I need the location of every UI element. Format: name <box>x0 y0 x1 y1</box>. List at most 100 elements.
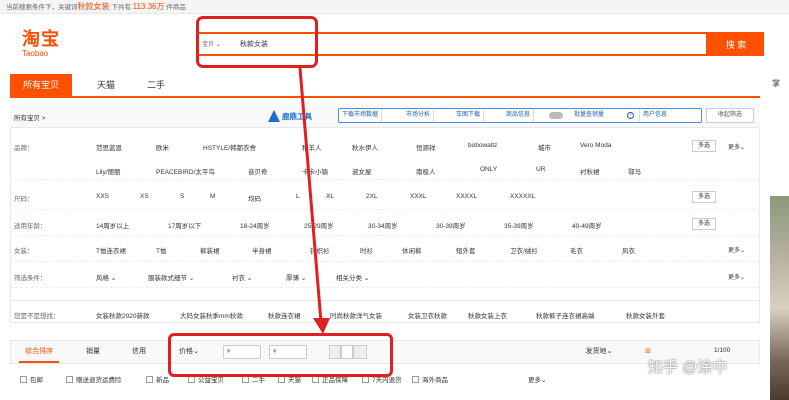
brand-option[interactable]: HSTYLE/韩都衣舍 <box>203 142 256 152</box>
brand-option[interactable]: ONLY <box>480 166 497 173</box>
tool-user-info[interactable]: 用户信息 <box>639 109 670 122</box>
category-option[interactable]: T恤连衣裙 <box>96 245 126 255</box>
breadcrumb[interactable]: 所有宝贝 > <box>14 112 46 122</box>
size-option[interactable]: XXXXXL <box>510 193 535 200</box>
size-option[interactable]: L <box>296 193 300 200</box>
category-more-button[interactable]: 更多⌄ <box>728 245 745 254</box>
size-option[interactable]: XL <box>326 193 334 200</box>
category-option[interactable]: 毛衣 <box>570 245 583 255</box>
age-option[interactable]: 40-49周岁 <box>572 220 602 230</box>
other-filter-dropdown[interactable]: 衬衣 ⌄ <box>232 272 252 282</box>
tab-tmall[interactable]: 天猫 <box>88 74 124 96</box>
age-option[interactable]: 14周岁以上 <box>96 220 129 230</box>
other-filter-dropdown[interactable]: 风格 ⌄ <box>96 272 116 282</box>
category-option[interactable]: 短外套 <box>456 245 476 255</box>
category-option[interactable]: 针织衫 <box>310 245 330 255</box>
other-filter-dropdown[interactable]: 服装款式细节 ⌄ <box>148 272 194 282</box>
chevron-down-icon: ⌄ <box>246 275 253 282</box>
brand-option[interactable]: Lily/丽丽 <box>96 166 121 176</box>
checkbox-new[interactable]: 新品 <box>146 374 169 384</box>
help-icon[interactable]: ? <box>627 112 634 119</box>
brand-option[interactable]: UR <box>536 166 545 173</box>
category-option[interactable]: 风衣 <box>622 245 635 255</box>
age-option[interactable]: 35-39周岁 <box>504 220 534 230</box>
brand-more-button[interactable]: 更多⌄ <box>728 142 745 151</box>
search-button[interactable]: 搜 索 <box>708 32 764 56</box>
checkbox-overseas[interactable]: 海外商品 <box>412 374 448 384</box>
checkbox-return-insurance[interactable]: 赠送退货运费险 <box>66 374 122 384</box>
category-option[interactable]: 卫衣/绒衫 <box>510 245 538 255</box>
collapse-filter-button[interactable]: 收起筛选 <box>706 108 754 123</box>
sort-sales[interactable]: 销量 <box>79 341 107 363</box>
category-option[interactable]: 时衫 <box>360 245 373 255</box>
size-option[interactable]: XXXL <box>410 193 427 200</box>
tab-all-items[interactable]: 所有宝贝 <box>10 74 72 96</box>
size-option[interactable]: XS <box>140 193 149 200</box>
age-option[interactable]: 25-29周岁 <box>304 220 334 230</box>
suggestion-link[interactable]: 女装卫衣秋款 <box>408 310 447 320</box>
brand-option[interactable]: 城市 <box>538 142 551 152</box>
chevron-down-icon: ⌄ <box>300 275 307 282</box>
suggestion-link[interactable]: 秋款裤子连衣裙高端 <box>536 310 595 320</box>
size-multi-select-button[interactable]: 多选 <box>692 191 716 203</box>
brand-option[interactable]: 欧米 <box>156 142 169 152</box>
brand-option[interactable]: 稚羊人 <box>302 142 322 152</box>
tool-market-analysis[interactable]: 市场分析 <box>403 109 435 122</box>
brand-option[interactable]: 南极人 <box>416 166 436 176</box>
tool-download-market-data[interactable]: 下载市场数据 <box>339 109 383 122</box>
taobao-logo[interactable]: 淘宝 Taobao <box>22 30 60 58</box>
brand-option[interactable]: 衬秋裙 <box>580 166 600 176</box>
tool-item-info[interactable]: 商品信息 <box>503 109 535 122</box>
brand-option[interactable]: 恒源祥 <box>416 142 436 152</box>
sort-default[interactable]: 综合排序 <box>19 341 59 363</box>
age-option[interactable]: 30-34周岁 <box>368 220 398 230</box>
sort-credit[interactable]: 信用 <box>125 341 153 363</box>
size-option[interactable]: XXS <box>96 193 109 200</box>
ship-from-dropdown[interactable]: 发货地⌄ <box>579 341 619 363</box>
age-option[interactable]: 30-39周岁 <box>436 220 466 230</box>
suggestion-link[interactable]: 秋款连衣裙 <box>268 310 301 320</box>
category-option[interactable]: 裤装裙 <box>200 245 220 255</box>
item-info-toggle[interactable] <box>549 112 563 119</box>
checkbox-label: 公益宝贝 <box>198 377 224 384</box>
product-image-partial[interactable] <box>770 196 789 400</box>
other-filter-label: 服装款式细节 <box>148 275 187 282</box>
tool-image-download[interactable]: 车图下载 <box>453 109 485 122</box>
size-option[interactable]: S <box>180 193 184 200</box>
checkbox-free-shipping[interactable]: 包邮 <box>20 374 43 384</box>
suggestion-link[interactable]: 秋款女装外套 <box>626 310 665 320</box>
suggestion-link[interactable]: 大码女装秋季mm秋款 <box>180 310 243 320</box>
checkbox-more-button[interactable]: 更多⌄ <box>528 374 546 384</box>
brand-option[interactable]: 音贝奇 <box>248 166 268 176</box>
size-option[interactable]: 2XL <box>366 193 378 200</box>
brand-option[interactable]: 卡卡小镇 <box>302 166 328 176</box>
other-more-button[interactable]: 更多⌄ <box>728 272 745 281</box>
size-option[interactable]: 均码 <box>248 193 261 203</box>
summary-text-after: 件商品 <box>166 4 186 11</box>
brand-option[interactable]: Vero Moda <box>580 142 611 149</box>
checkbox-icon <box>312 376 319 383</box>
brand-option[interactable]: 范思蓝恩 <box>96 142 122 152</box>
suggestion-link[interactable]: 女装秋款2020新款 <box>96 310 149 320</box>
category-option[interactable]: 半身裙 <box>252 245 272 255</box>
other-filter-dropdown[interactable]: 相关分类 ⌄ <box>336 272 369 282</box>
brand-multi-select-button[interactable]: 多选 <box>692 140 716 152</box>
suggestion-link[interactable]: 时尚秋款洋气女装 <box>330 310 382 320</box>
category-option[interactable]: T恤 <box>156 245 166 255</box>
size-option[interactable]: M <box>210 193 215 200</box>
brand-option[interactable]: bobowaltz <box>468 142 497 149</box>
size-option[interactable]: XXXXL <box>456 193 477 200</box>
age-multi-select-button[interactable]: 多选 <box>692 218 716 230</box>
suggestion-link[interactable]: 秋款女装上衣 <box>468 310 507 320</box>
brand-option[interactable]: 鄂马 <box>628 166 641 176</box>
category-option[interactable]: 休闲裤 <box>402 245 422 255</box>
age-option[interactable]: 18-24周岁 <box>240 220 270 230</box>
brand-option[interactable]: 淑女屋 <box>352 166 372 176</box>
brand-option[interactable]: 秋水伊人 <box>352 142 378 152</box>
tool-batch-sales[interactable]: 批量查销量 <box>571 109 607 122</box>
age-option[interactable]: 17周岁以下 <box>168 220 201 230</box>
brand-option[interactable]: PEACEBIRD/太平鸟 <box>156 166 215 176</box>
chevron-down-icon: ⌄ <box>188 275 195 282</box>
tab-secondhand[interactable]: 二手 <box>138 74 174 96</box>
other-filter-dropdown[interactable]: 厚薄 ⌄ <box>286 272 306 282</box>
